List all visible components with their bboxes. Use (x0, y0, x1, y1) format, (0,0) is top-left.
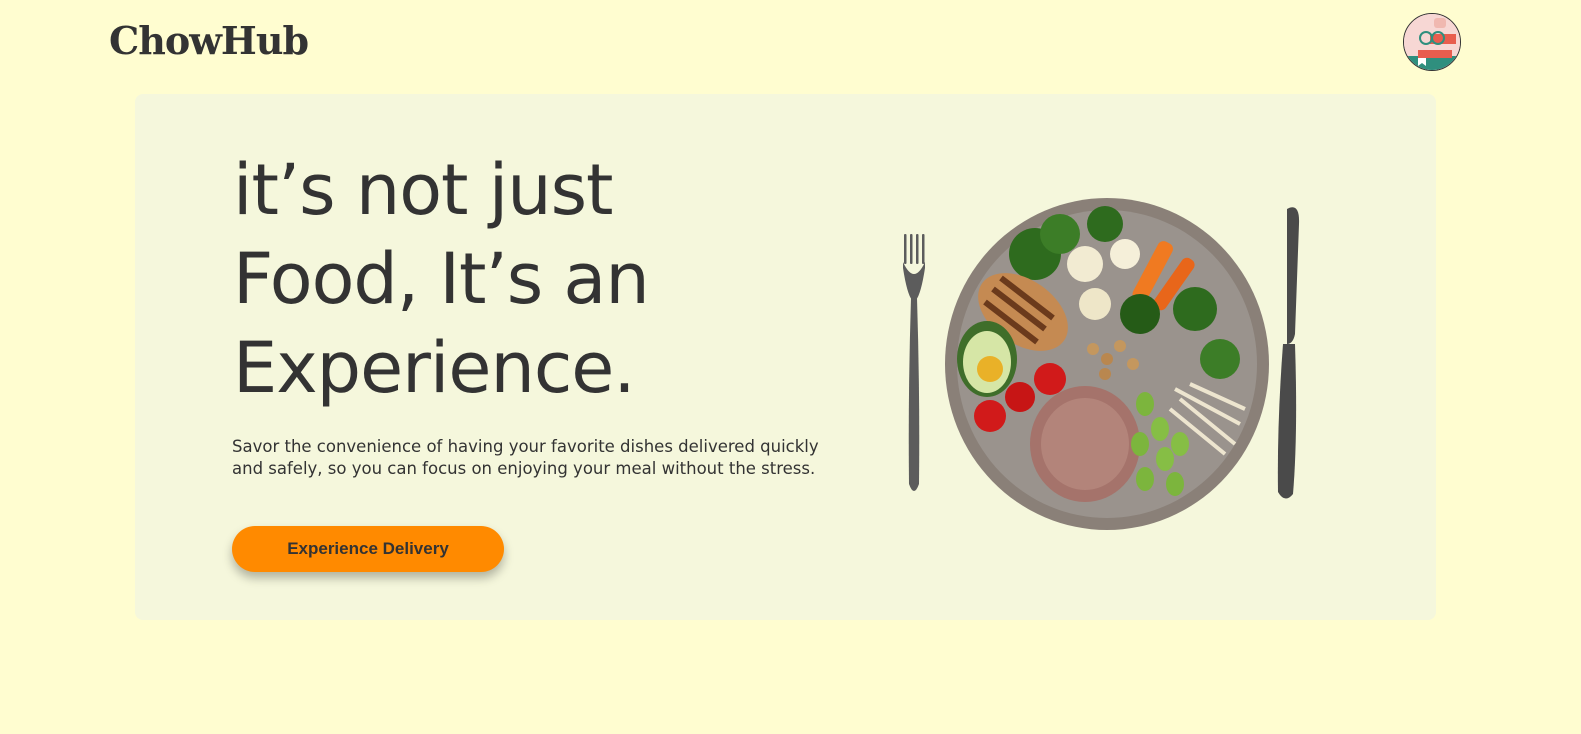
user-avatar-icon[interactable] (1403, 13, 1461, 71)
hero-section: it’s not just Food, It’s an Experience. … (135, 94, 1436, 620)
headline-line-2: Food, It’s an (233, 238, 650, 320)
headline-line-1: it’s not just (233, 149, 614, 231)
hero-subtext: Savor the convenience of having your fav… (232, 437, 819, 478)
plate-icon (945, 198, 1269, 530)
fork-icon (903, 234, 925, 491)
plate-with-cutlery-image (895, 194, 1315, 539)
logo[interactable]: ChowHub (109, 18, 309, 63)
knife-icon (1277, 207, 1300, 499)
experience-delivery-button[interactable]: Experience Delivery (232, 526, 504, 572)
top-header: ChowHub (0, 0, 1581, 90)
headline-line-3: Experience. (233, 327, 636, 409)
hero-headline: it’s not just Food, It’s an Experience. (233, 146, 793, 413)
